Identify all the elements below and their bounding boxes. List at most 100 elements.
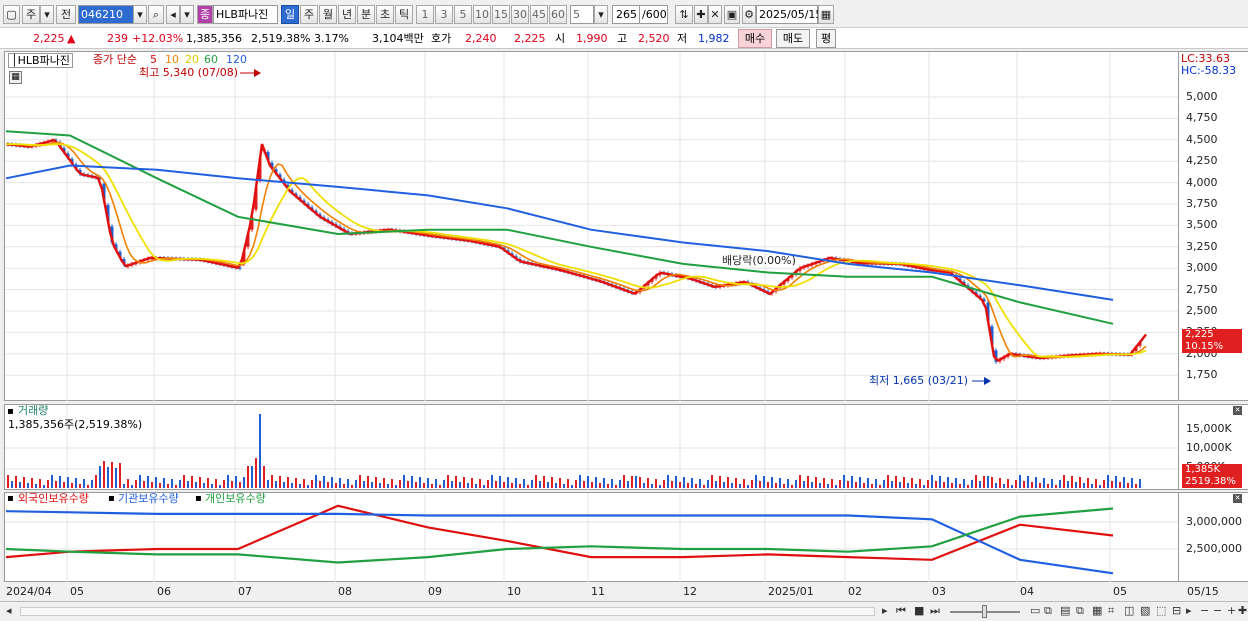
minus-icon[interactable]: − (1200, 603, 1209, 619)
volume-bar (967, 485, 969, 488)
volume-bar (123, 484, 125, 488)
volume-bar (991, 477, 993, 488)
retail-handle-icon[interactable]: ▪ (195, 493, 202, 505)
chart-title[interactable]: │HLB파나진 (8, 53, 73, 68)
volume-bar (95, 475, 97, 488)
volume-bar (827, 484, 829, 488)
volume-bar (211, 484, 213, 488)
reduce-icon[interactable]: − (1213, 603, 1222, 619)
volume-bar (443, 480, 445, 488)
volume-bar (983, 476, 985, 488)
volume-handle-icon[interactable]: ▪ (7, 406, 14, 418)
price-tick-1750: 1,750 (1186, 368, 1218, 382)
volume-bar (767, 482, 769, 488)
volume-bar (143, 481, 145, 488)
holdings-handle-icon[interactable]: ▪ (7, 493, 14, 505)
volume-bar (819, 483, 821, 488)
zoom-slider-thumb[interactable] (982, 605, 987, 618)
zoom-out-bar-icon[interactable]: ⊟ (1172, 603, 1181, 619)
price-tick-4750: 4,750 (1186, 111, 1218, 125)
low-annotation: 최저 1,665 (03/21) (869, 374, 969, 387)
volume-bar (1107, 475, 1109, 488)
tool3-icon[interactable]: ▧ (1140, 603, 1150, 619)
volume-bar (379, 483, 381, 488)
volume-bar (431, 484, 433, 488)
layout1-icon[interactable]: ▭ (1030, 603, 1040, 619)
layout5-icon[interactable]: ▦ (1092, 603, 1102, 619)
tool2-icon[interactable]: ◫ (1124, 603, 1134, 619)
inst-holdings-label[interactable]: 기관보유수량 (118, 493, 179, 505)
volume-bar (711, 475, 713, 488)
layout2-icon[interactable]: ⧉ (1044, 603, 1052, 619)
volume-close-icon[interactable]: ✕ (1233, 406, 1242, 415)
tool4-icon[interactable]: ⬚ (1156, 603, 1166, 619)
volume-bar (55, 481, 57, 488)
ma-type-label[interactable]: 종가 단순 (93, 54, 137, 66)
fast-forward-icon[interactable]: ⏭ (930, 603, 940, 619)
retail-holdings-label[interactable]: 개인보유수량 (205, 493, 266, 505)
volume-bar (115, 468, 117, 488)
layout3-icon[interactable]: ▤ (1060, 603, 1070, 619)
ma-10-label[interactable]: 10 (165, 54, 179, 66)
volume-bar (203, 483, 205, 488)
ma-60-label[interactable]: 60 (204, 54, 218, 66)
ma-line-20 (6, 143, 1147, 358)
volume-bar (643, 483, 645, 488)
volume-bar (415, 482, 417, 488)
table-icon[interactable]: ▦ (9, 71, 22, 84)
layout4-icon[interactable]: ⧉ (1076, 603, 1084, 619)
volume-title[interactable]: 거래량 (18, 405, 48, 417)
plus-icon[interactable]: + (1227, 603, 1236, 619)
price-tick-3000: 3,000 (1186, 261, 1218, 275)
volume-bar (887, 475, 889, 488)
volume-bar (903, 477, 905, 488)
x-label: 03 (932, 585, 946, 598)
volume-bar (1043, 478, 1045, 488)
ma-20-label[interactable]: 20 (185, 54, 199, 66)
horizontal-scrollbar[interactable] (20, 607, 875, 616)
tool1-icon[interactable]: ⌗ (1108, 603, 1114, 619)
volume-bar (243, 477, 245, 488)
volume-bar (543, 476, 545, 488)
current-price-tag: 2,225 (1182, 329, 1242, 341)
volume-bar (199, 477, 201, 488)
x-label: 06 (157, 585, 171, 598)
x-label: 09 (428, 585, 442, 598)
volume-bar (347, 479, 349, 488)
volume-bar (155, 477, 157, 488)
volume-bar (847, 481, 849, 488)
volume-bar (663, 480, 665, 488)
volume-bar (459, 482, 461, 488)
volume-bar (519, 484, 521, 488)
volume-bar (1095, 479, 1097, 488)
inst-handle-icon[interactable]: ▪ (108, 493, 115, 505)
scroll-up-icon[interactable]: ▸ (1186, 603, 1192, 619)
ma-120-label[interactable]: 120 (226, 54, 247, 66)
volume-bar (259, 414, 261, 488)
stop-icon[interactable]: ■ (914, 603, 924, 619)
volume-bar (267, 480, 269, 488)
expand-icon[interactable]: ✚ (1238, 603, 1247, 619)
volume-bar (623, 475, 625, 488)
volume-bar (1067, 481, 1069, 488)
volume-bar (723, 482, 725, 488)
volume-bar (1047, 484, 1049, 488)
scroll-left-icon[interactable]: ◂ (6, 603, 12, 619)
volume-bar (47, 480, 49, 488)
volume-bar (671, 481, 673, 488)
holdings-close-icon[interactable]: ✕ (1233, 494, 1242, 503)
volume-bar (675, 476, 677, 488)
volume-bar (503, 482, 505, 488)
volume-bar (919, 479, 921, 488)
volume-bar (835, 485, 837, 488)
volume-bar (283, 482, 285, 488)
rewind-icon[interactable]: ⏮ (896, 603, 906, 619)
volume-bar (859, 477, 861, 488)
ma-5-label[interactable]: 5 (150, 54, 157, 66)
volume-bar (175, 485, 177, 488)
scroll-right-icon[interactable]: ▸ (882, 603, 888, 619)
ma-line-5 (5, 138, 1147, 363)
foreign-holdings-label[interactable]: 외국인보유수량 (18, 493, 89, 505)
volume-bar (1087, 478, 1089, 488)
volume-bar (851, 476, 853, 488)
